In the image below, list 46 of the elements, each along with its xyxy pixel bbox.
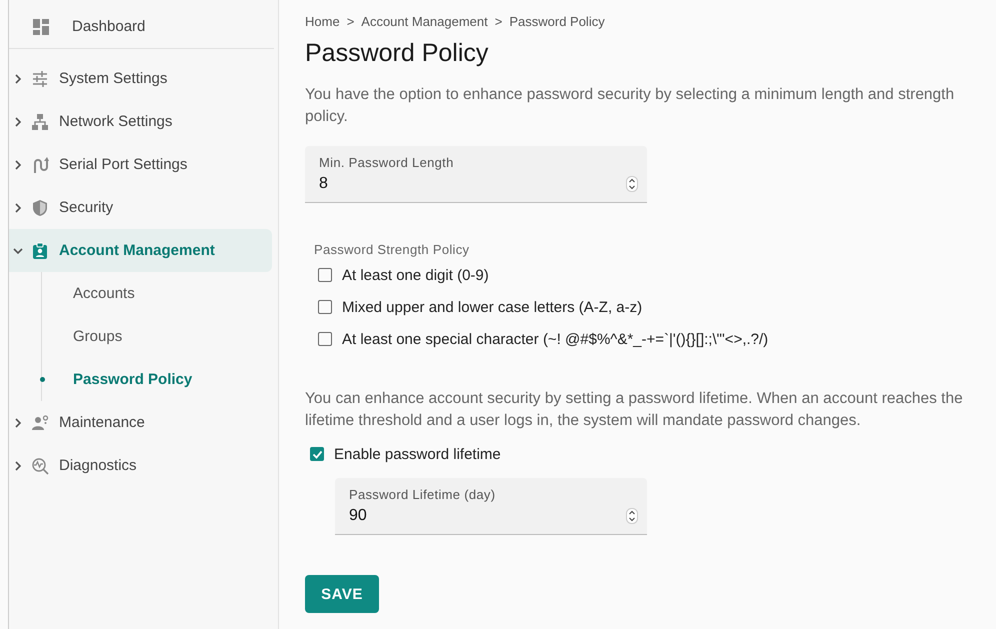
dashboard-icon [32,18,50,36]
nav-item[interactable]: Maintenance [9,401,272,444]
breadcrumb-link[interactable]: Account Management [361,14,488,29]
checkbox-label: At least one digit (0-9) [342,266,489,284]
checkbox-label: Mixed upper and lower case letters (A-Z, a-z) [342,298,642,316]
people-icon [31,414,49,432]
breadcrumb-link[interactable]: Home [305,14,340,29]
checkbox[interactable] [318,332,332,346]
search-pulse-icon [31,456,49,474]
spinner-icon [626,508,638,524]
checkbox-label: At least one special character (~! @#$%^&*_-+=`|'(){}[]:;\"'<>,.?/) [342,330,768,348]
description-text: You can enhance account security by setting a password lifetime. When an account reaches the lifetime threshold and a user logs in, the system will mandate password changes. [305,389,964,431]
number-field[interactable]: Min. Password Length 8 [305,146,647,203]
checkbox[interactable] [318,300,332,314]
checkbox[interactable] [318,268,332,282]
page-title: Password Policy [305,39,488,68]
nav-item[interactable]: System Settings [9,57,272,100]
nav-item[interactable]: Network Settings [9,100,272,143]
checkbox-label: Enable password lifetime [334,446,501,462]
description-text: You have the option to enhance password security by selecting a minimum length and strength policy. [305,85,956,127]
nav-subitem[interactable]: Accounts [42,272,278,315]
nav-subitem[interactable]: Groups [42,315,278,358]
number-field[interactable]: Password Lifetime (day) 90 [335,478,647,535]
shield-icon [31,198,49,216]
save-button[interactable]: SAVE [305,575,379,613]
active-dot-icon [40,377,45,382]
field-value[interactable]: 90 [349,507,549,525]
dashboard-link[interactable]: Dashboard [9,5,278,48]
sliders-icon [31,70,49,88]
hierarchy-icon [31,112,49,130]
breadcrumb-separator: > [494,14,502,29]
nav-item[interactable]: Diagnostics [9,444,272,487]
field-value[interactable]: 8 [319,175,519,193]
breadcrumb-separator: > [346,14,354,29]
group-label: Password Strength Policy [314,242,470,257]
nav-item[interactable]: Serial Port Settings [9,143,272,186]
badge-icon [31,242,49,260]
field-label: Password Lifetime (day) [349,487,496,502]
nav-item[interactable]: Account Management [9,229,272,272]
nav-item[interactable]: Security [9,186,272,229]
nav-subitem[interactable]: Password Policy [42,358,278,401]
spinner-icon [626,176,638,192]
checkbox[interactable] [310,447,324,461]
breadcrumb-link[interactable]: Password Policy [509,14,605,29]
plug-icon [31,156,49,174]
field-label: Min. Password Length [319,155,455,170]
